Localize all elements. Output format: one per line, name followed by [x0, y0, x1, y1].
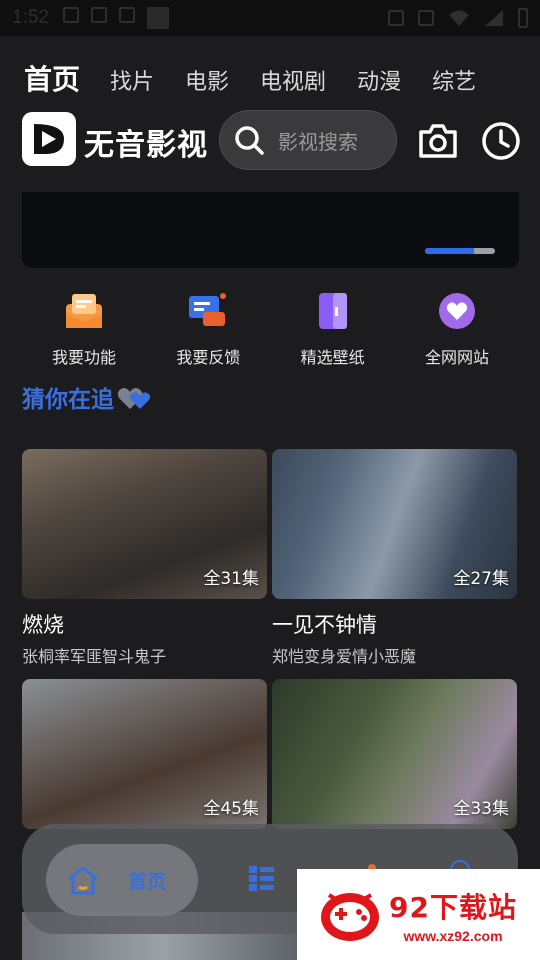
clock-icon: [482, 122, 520, 160]
banner-carousel[interactable]: [22, 192, 519, 268]
watermark-url: www.xz92.com: [403, 927, 503, 944]
shortcut-label: 精选壁纸: [300, 348, 365, 367]
tab-variety[interactable]: 综艺: [432, 64, 476, 96]
shortcut-feature-request[interactable]: 我要功能: [22, 290, 146, 368]
shortcut-wallpapers[interactable]: 精选壁纸: [271, 290, 395, 368]
episode-count: 全31集: [203, 569, 259, 589]
square-notification-icon: [146, 7, 169, 29]
notification-icons: [62, 7, 169, 29]
tab-anime[interactable]: 动漫: [357, 64, 401, 96]
shortcut-feedback[interactable]: 我要反馈: [146, 290, 270, 368]
episode-count: 全27集: [453, 569, 509, 589]
section-title-text: 猜你在追: [22, 387, 114, 413]
poster-image: 全27集: [272, 449, 517, 599]
hearts-icon: [117, 388, 151, 409]
carousel-indicator: [425, 248, 495, 254]
poster-image: 全33集: [272, 679, 517, 829]
tab-movies[interactable]: 电影: [185, 64, 229, 96]
site-watermark: 92下载站 www.xz92.com: [297, 869, 540, 960]
system-icons: [388, 8, 528, 28]
media-card[interactable]: 全33集: [272, 679, 517, 829]
play-logo-icon: [34, 124, 64, 154]
settings-status-icon: [418, 10, 434, 26]
camera-button[interactable]: [417, 120, 459, 162]
history-button[interactable]: [480, 120, 522, 162]
wallpaper-icon: [312, 290, 354, 332]
download-notification-icon: [90, 7, 107, 23]
card-subtitle: 张桐率军匪智斗鬼子: [22, 647, 167, 666]
shortcut-label: 全网网站: [424, 348, 489, 367]
app-name: 无音影视: [84, 128, 208, 163]
watermark-logo: [321, 892, 379, 941]
list-icon: [249, 866, 274, 891]
tab-tv-series[interactable]: 电视剧: [260, 64, 326, 96]
heart-bubble-icon: [436, 290, 478, 332]
poster-image: 全45集: [22, 679, 267, 829]
tab-find[interactable]: 找片: [110, 64, 154, 96]
watermark-title: 92下载站: [389, 890, 517, 924]
nav-home-label: 首页: [128, 870, 167, 893]
media-card[interactable]: 全27集 一见不钟情 郑恺变身爱情小恶魔: [272, 449, 517, 667]
poster-image: 全31集: [22, 449, 267, 599]
category-tabs: 首页 找片 电影 电视剧 动漫 综艺: [24, 58, 507, 98]
media-card[interactable]: 全31集 燃烧 张桐率军匪智斗鬼子: [22, 449, 267, 667]
cast-icon: [388, 10, 404, 26]
feedback-icon: [187, 290, 229, 332]
home-icon: [68, 866, 98, 895]
mailbox-icon: [63, 290, 105, 332]
nav-list-button[interactable]: [248, 864, 276, 896]
signal-icon: [485, 10, 503, 26]
status-time: 1:52: [12, 7, 49, 28]
app-notification-icon: [118, 7, 135, 23]
shortcut-grid: 我要功能 我要反馈 精选壁纸 全网网站: [22, 290, 519, 368]
battery-icon: [518, 8, 528, 28]
media-card[interactable]: 全45集: [22, 679, 267, 829]
card-subtitle: 郑恺变身爱情小恶魔: [272, 647, 417, 666]
tab-home[interactable]: 首页: [24, 58, 80, 98]
header-row: 无音影视 影视搜索: [22, 110, 522, 170]
search-bar[interactable]: 影视搜索: [219, 110, 397, 170]
image-notification-icon: [62, 7, 79, 23]
shortcut-label: 我要反馈: [176, 348, 241, 367]
card-title: 一见不钟情: [272, 613, 377, 637]
camera-icon: [419, 124, 457, 158]
search-placeholder: 影视搜索: [278, 129, 358, 154]
watermark-text: 92下载站 www.xz92.com: [389, 886, 517, 944]
search-icon: [235, 126, 264, 155]
shortcut-all-sites[interactable]: 全网网站: [395, 290, 519, 368]
section-title: 猜你在追: [22, 380, 154, 414]
status-bar: 1:52: [0, 0, 540, 36]
shortcut-label: 我要功能: [51, 348, 116, 367]
episode-count: 全45集: [203, 799, 259, 819]
nav-home-button[interactable]: 首页: [46, 844, 198, 916]
app-logo: [22, 112, 76, 166]
card-title: 燃烧: [22, 613, 64, 637]
episode-count: 全33集: [453, 799, 509, 819]
wifi-icon: [449, 10, 469, 26]
